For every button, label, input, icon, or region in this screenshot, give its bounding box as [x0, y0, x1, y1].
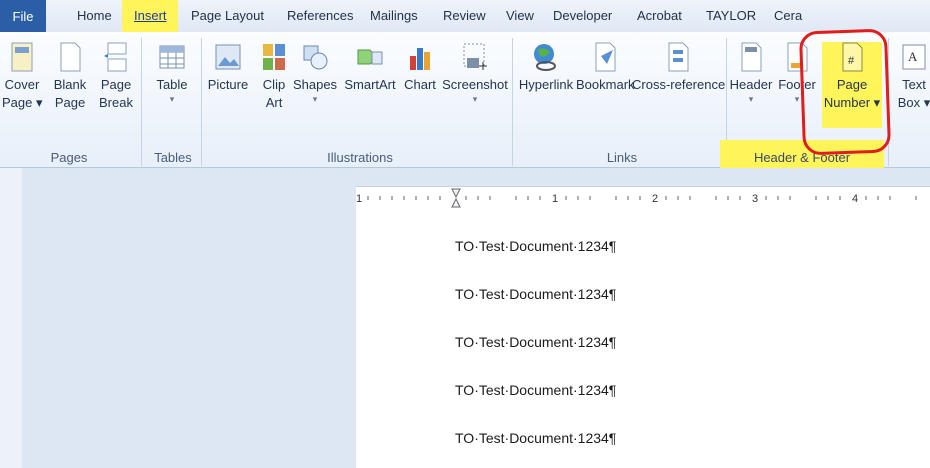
tab-developer[interactable]: Developer — [553, 8, 612, 23]
group-pages: Pages — [50, 150, 88, 165]
tab-view[interactable]: View — [506, 8, 534, 23]
separator — [201, 38, 202, 166]
ribbon-tab-bar: File Home Insert Page Layout References … — [0, 0, 930, 33]
header-label: Header — [729, 77, 773, 92]
ruler-strip — [22, 168, 930, 186]
screenshot-dropdown-arrow: ▾ — [472, 94, 478, 104]
tab-cera[interactable]: Cera — [774, 8, 802, 23]
screenshot-label: Screenshot — [442, 77, 508, 92]
group-tables: Tables — [154, 150, 192, 165]
shapes-dropdown-arrow: ▾ — [312, 94, 318, 104]
screenshot-button[interactable]: Screenshot ▾ — [440, 36, 510, 104]
table-icon — [159, 45, 185, 69]
group-illustrations: Illustrations — [327, 150, 393, 165]
smartart-label: SmartArt — [344, 77, 396, 92]
blank-page-label-1: Blank — [53, 77, 87, 92]
hyperlink-icon — [534, 44, 556, 71]
document-line[interactable]: TO·Test·Document·1234¶ — [455, 286, 616, 302]
tab-file[interactable]: File — [0, 0, 46, 32]
ruler-number: 2 — [652, 193, 658, 205]
header-dropdown-arrow: ▾ — [748, 94, 754, 104]
clip-art-button[interactable]: Clip Art — [258, 36, 290, 112]
smartart-icon — [357, 49, 383, 65]
document-page[interactable] — [356, 208, 930, 468]
ruler-number: 1 — [552, 193, 558, 205]
header-icon — [741, 42, 762, 72]
horizontal-ruler[interactable]: 1 1 2 3 4 — [356, 186, 930, 210]
shapes-label: Shapes — [292, 77, 338, 92]
document-line[interactable]: TO·Test·Document·1234¶ — [455, 334, 616, 350]
ruler-number: 3 — [752, 193, 758, 205]
ruler-ticks: 1 1 2 3 4 — [356, 188, 917, 208]
bookmark-label: Bookmark — [576, 77, 635, 92]
hyperlink-button[interactable]: Hyperlink — [514, 36, 578, 94]
document-line[interactable]: TO·Test·Document·1234¶ — [455, 238, 616, 254]
bookmark-icon — [595, 42, 616, 72]
chart-label: Chart — [404, 77, 436, 92]
shapes-icon — [303, 45, 328, 70]
page-break-label-1: Page — [100, 77, 132, 92]
cross-reference-button[interactable]: Cross-reference — [632, 36, 726, 94]
chart-icon — [410, 48, 430, 70]
separator — [512, 38, 513, 166]
document-line[interactable]: TO·Test·Document·1234¶ — [455, 430, 616, 446]
smartart-button[interactable]: SmartArt — [342, 36, 398, 94]
text-box-button[interactable]: A Text Box ▾ — [894, 36, 930, 112]
indent-marker[interactable] — [451, 188, 461, 208]
tab-references[interactable]: References — [287, 8, 353, 23]
tab-insert[interactable]: Insert — [134, 8, 167, 23]
ruler-number: 1 — [356, 193, 362, 205]
separator — [141, 38, 142, 166]
cross-reference-label: Cross-reference — [632, 77, 726, 92]
picture-button[interactable]: Picture — [206, 36, 250, 94]
tab-file-label: File — [12, 8, 34, 24]
text-box-label-2: Box ▾ — [897, 95, 930, 110]
clip-art-label-2: Art — [265, 95, 283, 110]
vertical-ruler — [0, 168, 23, 468]
shapes-button[interactable]: Shapes ▾ — [292, 36, 338, 104]
tab-taylor[interactable]: TAYLOR — [706, 8, 756, 23]
picture-icon — [215, 44, 241, 70]
table-dropdown-arrow: ▾ — [169, 94, 175, 104]
text-box-label-1: Text — [902, 77, 926, 92]
header-button[interactable]: Header ▾ — [728, 36, 774, 104]
tab-home[interactable]: Home — [77, 8, 112, 23]
page-break-icon — [104, 42, 127, 72]
blank-page-icon — [60, 42, 81, 72]
page-break-button[interactable]: Page Break — [98, 36, 134, 112]
clip-art-icon — [263, 44, 285, 70]
blank-page-label-2: Page — [54, 95, 86, 110]
tab-page-layout[interactable]: Page Layout — [191, 8, 264, 23]
hyperlink-label: Hyperlink — [518, 77, 574, 92]
cover-page-button[interactable]: Cover Page ▾ — [2, 36, 43, 112]
screenshot-icon — [463, 43, 487, 70]
table-label: Table — [156, 77, 188, 92]
chart-button[interactable]: Chart — [400, 36, 440, 94]
clip-art-label-1: Clip — [262, 77, 286, 92]
cross-reference-icon — [668, 42, 689, 72]
cover-page-label-1: Cover — [4, 77, 40, 92]
table-button[interactable]: Table ▾ — [152, 36, 192, 104]
bookmark-button[interactable]: Bookmark — [576, 36, 635, 94]
cover-page-label-2: Page ▾ — [2, 95, 43, 110]
document-line[interactable]: TO·Test·Document·1234¶ — [455, 382, 616, 398]
tab-review[interactable]: Review — [443, 8, 486, 23]
group-links: Links — [606, 150, 638, 165]
text-box-icon: A — [902, 44, 926, 70]
workspace-background — [22, 168, 356, 468]
cover-page-icon — [11, 42, 33, 72]
ruler-number: 4 — [852, 193, 858, 205]
red-annotation-circle — [798, 28, 892, 156]
blank-page-button[interactable]: Blank Page — [52, 36, 88, 112]
page-break-label-2: Break — [99, 95, 133, 110]
tab-acrobat[interactable]: Acrobat — [637, 8, 682, 23]
svg-text:A: A — [908, 49, 918, 64]
picture-label: Picture — [207, 77, 249, 92]
tab-mailings[interactable]: Mailings — [370, 8, 418, 23]
